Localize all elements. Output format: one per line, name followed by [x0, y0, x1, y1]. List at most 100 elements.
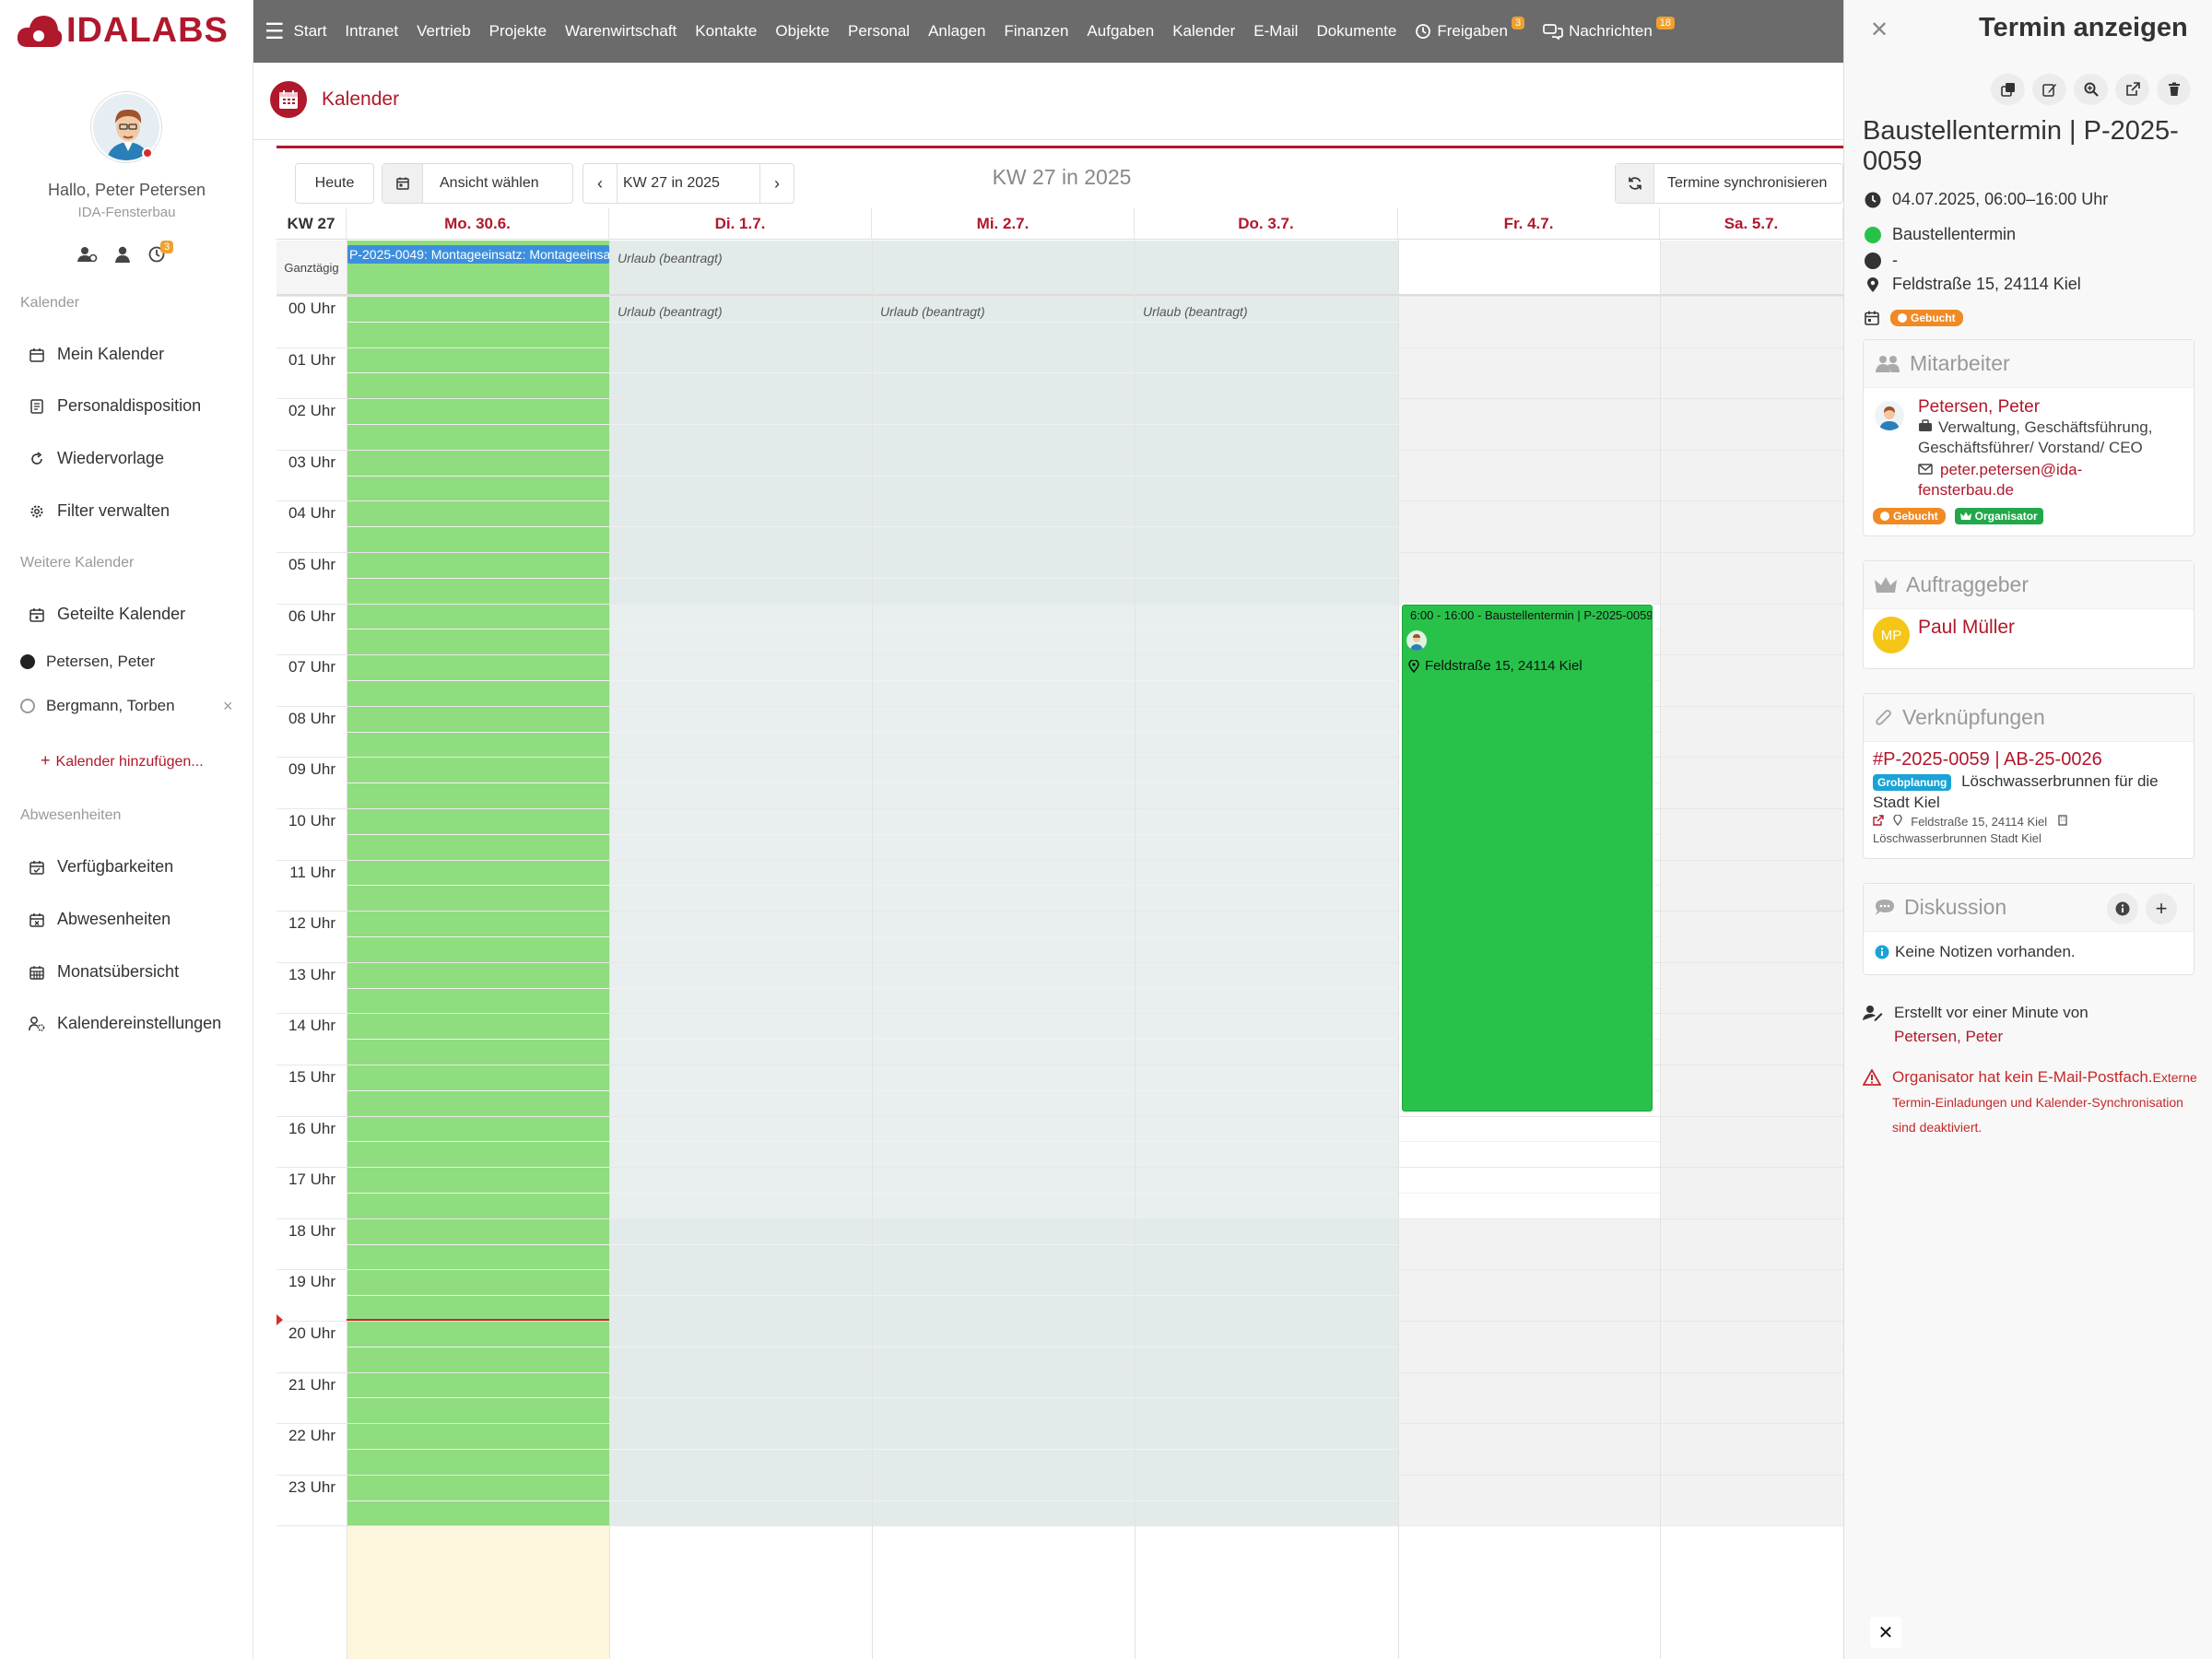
vacation-label-thu[interactable]: Urlaub (beantragt) [1143, 304, 1248, 319]
staff-avatar[interactable] [1875, 401, 1904, 430]
sidebar-item-wiedervorlage[interactable]: Wiedervorlage [28, 449, 164, 468]
hour-label: 19 Uhr [288, 1273, 335, 1291]
day-header-mon[interactable]: Mo. 30.6. [347, 208, 609, 240]
created-by-link[interactable]: Petersen, Peter [1894, 1025, 2088, 1049]
menu-hamburger-icon[interactable]: ☰ [265, 18, 285, 45]
sidebar-item-geteilte-kalender[interactable]: Geteilte Kalender [28, 605, 185, 624]
sidebar-item-mein-kalender[interactable]: Mein Kalender [28, 345, 164, 364]
vacation-label-tue[interactable]: Urlaub (beantragt) [618, 304, 723, 319]
allday-event-montage[interactable]: P-2025-0049: Montageeinsatz: Montageeins… [347, 245, 609, 264]
nav-item-nachrichten[interactable]: Nachrichten 18 [1543, 17, 1676, 41]
sidebar-item-personaldisposition[interactable]: Personaldisposition [28, 396, 201, 416]
hour-label: 10 Uhr [288, 812, 335, 830]
event-address: Feldstraße 15, 24114 Kiel [1425, 658, 1583, 674]
close-panel-icon[interactable]: ✕ [1870, 17, 1888, 43]
discussion-info-button[interactable] [2107, 893, 2138, 924]
hour-label: 18 Uhr [288, 1221, 335, 1240]
add-note-plus-icon[interactable]: + [2146, 893, 2177, 924]
project-link[interactable]: #P-2025-0059 | AB-25-0026 [1873, 749, 2102, 771]
client-card: Auftraggeber MP Paul Müller [1863, 560, 2194, 669]
allday-vacation-label[interactable]: Urlaub (beantragt) [618, 251, 723, 265]
edit-button[interactable] [2032, 74, 2066, 105]
sidebar-item-kalendereinstellungen[interactable]: Kalendereinstellungen [28, 1014, 221, 1033]
day-header-thu[interactable]: Do. 3.7. [1135, 208, 1398, 240]
sidebar-item-label: Monatsübersicht [57, 962, 180, 981]
nav-item-start[interactable]: Start [294, 22, 327, 41]
day-header-wed[interactable]: Mi. 2.7. [872, 208, 1135, 240]
approval-clock-icon [1416, 24, 1431, 39]
nav-item-kontakte[interactable]: Kontakte [695, 22, 757, 41]
client-name-link[interactable]: Paul Müller [1918, 617, 2015, 639]
nav-item-finanzen[interactable]: Finanzen [1004, 22, 1068, 41]
nav-item-personal[interactable]: Personal [848, 22, 910, 41]
external-link-icon[interactable] [1873, 815, 1884, 826]
half-hour-line [347, 372, 1843, 374]
half-hour-line [347, 577, 1843, 579]
nav-item-objekte[interactable]: Objekte [775, 22, 830, 41]
sidebar-item-abwesenheiten[interactable]: Abwesenheiten [28, 910, 171, 929]
sidebar-item-filter-verwalten[interactable]: Filter verwalten [28, 501, 170, 521]
event-status-row: Gebucht [1865, 310, 1963, 326]
section-absence-title: Abwesenheiten [20, 807, 122, 823]
calendar-color-dot [20, 699, 35, 713]
user-settings-icon[interactable] [77, 246, 98, 263]
add-calendar-link[interactable]: + Kalender hinzufügen... [41, 751, 204, 771]
building-icon [2058, 815, 2067, 826]
allday-cell-sat[interactable] [1660, 241, 1843, 294]
hour-label: 06 Uhr [288, 606, 335, 625]
day-header-fri[interactable]: Fr. 4.7. [1398, 208, 1660, 240]
staff-role-text: Verwaltung, Geschäftsführung, Geschäftsf… [1918, 418, 2153, 456]
user-avatar-icon [1410, 634, 1423, 651]
calendar-person-bergmann[interactable]: Bergmann, Torben [20, 697, 175, 715]
nav-item-freigaben[interactable]: Freigaben 3 [1415, 17, 1525, 41]
close-panel-button[interactable]: ✕ [1870, 1617, 1901, 1648]
nav-item-dokumente[interactable]: Dokumente [1316, 22, 1396, 41]
staff-email[interactable]: peter.petersen@ida-fensterbau.de [1918, 460, 2158, 500]
sync-button[interactable]: Termine synchronisieren [1615, 163, 1843, 204]
hour-label: 15 Uhr [288, 1068, 335, 1086]
day-header-sat[interactable]: Sa. 5.7. [1660, 208, 1843, 240]
nav-item-projekte[interactable]: Projekte [489, 22, 547, 41]
panel-title: Termin anzeigen [1979, 13, 2188, 42]
briefcase-icon [1919, 419, 1932, 431]
sidebar-item-verfuegbarkeiten[interactable]: Verfügbarkeiten [28, 857, 173, 877]
nav-item-kalender[interactable]: Kalender [1172, 22, 1235, 41]
gear-icon [30, 505, 43, 517]
half-hour-line [347, 1193, 1843, 1194]
app-logo[interactable]: IDALABS [17, 7, 229, 53]
half-hour-line [347, 475, 1843, 477]
vacation-label-wed[interactable]: Urlaub (beantragt) [880, 304, 985, 319]
remove-calendar-icon[interactable]: × [223, 697, 233, 716]
messages-count-badge: 18 [1655, 17, 1676, 29]
company-name: IDA-Fensterbau [77, 205, 176, 220]
hour-line [276, 1474, 1843, 1476]
reminders-button[interactable]: 3 [147, 241, 179, 264]
copy-button[interactable] [1991, 74, 2025, 105]
open-external-button[interactable] [2115, 74, 2149, 105]
plus-icon: + [41, 751, 51, 770]
info-circle-icon [1875, 945, 1889, 959]
nav-item-warenwirtschaft[interactable]: Warenwirtschaft [565, 22, 677, 41]
created-info: Erstellt vor einer Minute von Petersen, … [1863, 1001, 2204, 1049]
paperclip-icon [1876, 709, 1891, 725]
allday-vacation-block[interactable] [609, 241, 1398, 294]
staff-name-link[interactable]: Petersen, Peter [1918, 397, 2040, 418]
user-profile-icon[interactable] [114, 246, 131, 263]
delete-button[interactable] [2157, 74, 2191, 105]
sidebar-item-monatsuebersicht[interactable]: Monatsübersicht [28, 962, 179, 982]
nav-item-intranet[interactable]: Intranet [345, 22, 398, 41]
day-header-tue[interactable]: Di. 1.7. [609, 208, 872, 240]
week-title: KW 27 in 2025 [992, 165, 1132, 189]
half-hour-line [347, 1449, 1843, 1450]
hour-line [276, 1115, 1843, 1117]
nav-item-aufgaben[interactable]: Aufgaben [1087, 22, 1154, 41]
nav-item-email[interactable]: E-Mail [1253, 22, 1298, 41]
calendar-person-petersen[interactable]: Petersen, Peter [20, 653, 155, 671]
approvals-count-badge: 3 [1511, 17, 1525, 29]
event-baustellentermin[interactable]: 6:00 - 16:00 - Baustellentermin | P-2025… [1402, 605, 1653, 1112]
nav-item-anlagen[interactable]: Anlagen [928, 22, 985, 41]
search-button[interactable] [2074, 74, 2108, 105]
reminder-count-badge: 3 [160, 241, 174, 253]
client-initials-avatar[interactable]: MP [1873, 617, 1910, 653]
nav-item-vertrieb[interactable]: Vertrieb [417, 22, 471, 41]
